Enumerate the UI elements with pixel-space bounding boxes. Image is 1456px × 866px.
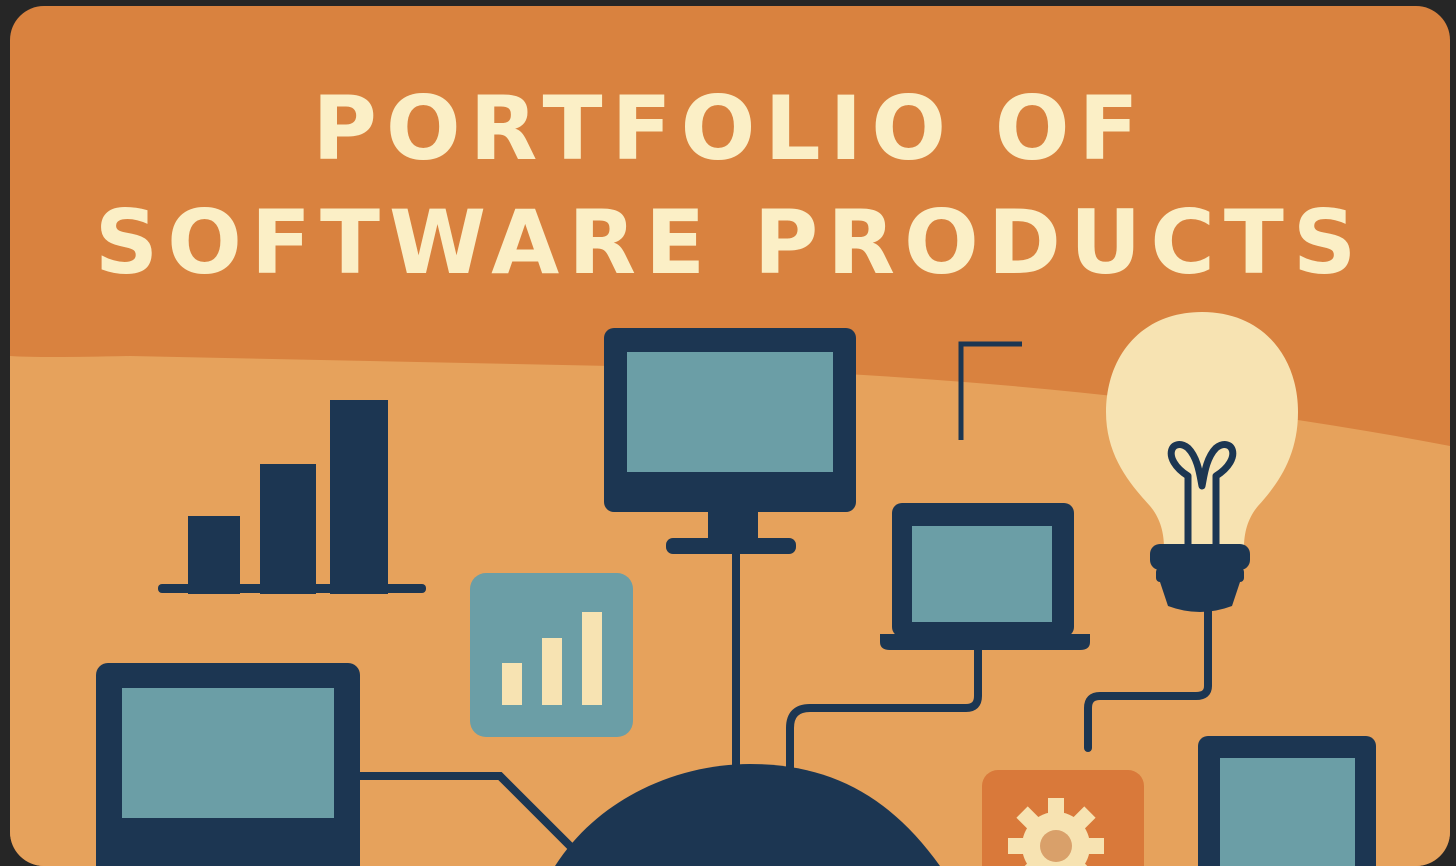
poster-title: PORTFOLIO OF SOFTWARE PRODUCTS [10,72,1450,300]
title-line-2: SOFTWARE PRODUCTS [94,191,1366,294]
poster-card: PORTFOLIO OF SOFTWARE PRODUCTS [10,6,1450,866]
title-line-1: PORTFOLIO OF [312,77,1148,180]
tablet-icon [1198,736,1376,866]
analytics-app-icon [470,573,633,737]
laptop-icon [880,503,1090,650]
gear-app-icon [982,770,1144,866]
left-monitor-icon [96,663,360,866]
